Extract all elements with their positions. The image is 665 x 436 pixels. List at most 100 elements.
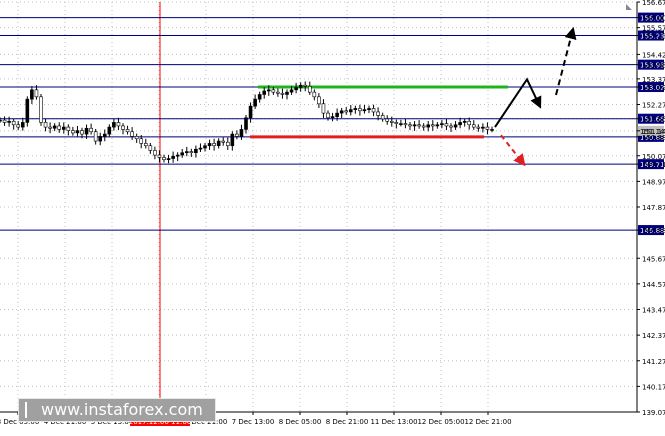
y-tick-label: 147.87 xyxy=(642,204,665,212)
candle-body xyxy=(485,126,490,130)
watermark-icon xyxy=(25,402,27,418)
candle-body xyxy=(102,133,107,137)
candle-body xyxy=(380,115,385,120)
scroll-icon[interactable] xyxy=(626,4,632,10)
y-tick-label: 150.07 xyxy=(642,153,665,161)
candle-body xyxy=(481,126,485,129)
candle-body xyxy=(289,89,294,93)
candle-body xyxy=(394,122,399,124)
candle-body xyxy=(408,124,412,127)
candle-body xyxy=(98,136,103,142)
candle-body xyxy=(348,109,353,113)
candle-body xyxy=(189,151,194,154)
candle-body xyxy=(0,119,2,122)
candle-body xyxy=(134,136,139,140)
price-chart[interactable]: 156.00 155.23 153.98 153.02 151.66 150.88 149.… xyxy=(0,0,665,432)
y-tick-label: 145.67 xyxy=(642,255,665,263)
candle-body xyxy=(166,158,171,161)
y-tick-label: 153.98 xyxy=(642,62,665,70)
candle-body xyxy=(280,93,285,95)
candle-body xyxy=(412,124,417,127)
candle-body xyxy=(326,112,330,119)
candle-body xyxy=(221,140,226,143)
candle-body xyxy=(207,143,212,147)
candle-body xyxy=(467,120,472,126)
chart-window: 156.00 155.23 153.98 153.02 151.66 150.88 149.… xyxy=(0,0,665,432)
candle-body xyxy=(444,123,449,127)
candle-body xyxy=(271,89,276,93)
candle-body xyxy=(244,117,248,130)
watermark: www.instaforex.com xyxy=(18,398,216,422)
candle-body xyxy=(335,112,339,117)
candle-body xyxy=(48,126,52,129)
candle-body xyxy=(253,98,257,107)
y-tick-label: 155.57 xyxy=(642,25,665,33)
candle-body xyxy=(43,122,48,128)
candle-body xyxy=(84,127,89,135)
candle-body xyxy=(317,96,321,105)
candle-body xyxy=(180,152,185,156)
y-tick-label: 139.07 xyxy=(642,409,665,417)
candle-body xyxy=(157,154,162,158)
candle-body xyxy=(203,145,207,149)
candle-body xyxy=(34,89,39,98)
candle-body xyxy=(7,120,11,123)
candle-body xyxy=(367,108,371,110)
candle-body xyxy=(194,148,198,154)
y-tick-label: 156.00 xyxy=(642,15,665,23)
candle-body xyxy=(248,105,253,119)
candle-body xyxy=(303,84,308,87)
y-tick-label: 155.23 xyxy=(642,33,665,41)
candle-body xyxy=(39,96,43,123)
candle-body xyxy=(25,98,30,123)
candle-body xyxy=(116,122,121,127)
candle-body xyxy=(71,130,75,134)
candle-body xyxy=(184,151,189,154)
y-tick-label: 141.27 xyxy=(642,358,665,366)
candle-body xyxy=(212,143,216,147)
candle-body xyxy=(417,124,421,127)
y-tick-label: 146.88 xyxy=(642,227,665,235)
candle-body xyxy=(148,145,153,151)
candle-body xyxy=(430,124,435,127)
candle-body xyxy=(453,124,458,128)
candle-body xyxy=(426,124,431,128)
candle-body xyxy=(458,122,462,126)
y-tick-label: 144.57 xyxy=(642,281,665,289)
candle-body xyxy=(266,89,271,92)
y-tick-label: 140.17 xyxy=(642,383,665,391)
candle-body xyxy=(262,90,267,95)
candle-body xyxy=(330,116,335,119)
candle-body xyxy=(198,147,203,150)
forecast-arrow-continuation xyxy=(555,26,577,96)
x-tick-label: 11 Dec 13:00 xyxy=(370,418,417,426)
candle-body xyxy=(276,91,280,94)
y-tick-label: 156.67 xyxy=(642,0,665,7)
candle-body xyxy=(339,110,344,114)
candle-body xyxy=(471,124,476,128)
candle-body xyxy=(20,122,25,128)
candle-body xyxy=(403,123,408,126)
candle-body xyxy=(93,131,98,142)
candle-body xyxy=(175,154,180,157)
candle-body xyxy=(216,140,221,147)
y-tick-label: 153.02 xyxy=(642,84,665,92)
candle-body xyxy=(476,126,481,129)
candle-body xyxy=(385,118,390,122)
candle-body xyxy=(112,122,116,128)
y-tick-label: 148.97 xyxy=(642,178,665,186)
candle-body xyxy=(225,141,230,147)
y-tick-label: 142.37 xyxy=(642,332,665,340)
candle-body xyxy=(52,125,57,129)
candle-body xyxy=(143,143,148,147)
candle-body xyxy=(11,120,16,126)
candle-body xyxy=(449,125,453,128)
candle-body xyxy=(389,120,394,123)
candle-body xyxy=(435,124,440,127)
candle-body xyxy=(257,94,262,100)
candle-body xyxy=(75,130,80,134)
candle-body xyxy=(321,103,326,114)
candle-body xyxy=(239,129,244,137)
candle-body xyxy=(30,89,34,100)
x-tick-label: 12 Dec 21:00 xyxy=(464,418,511,426)
